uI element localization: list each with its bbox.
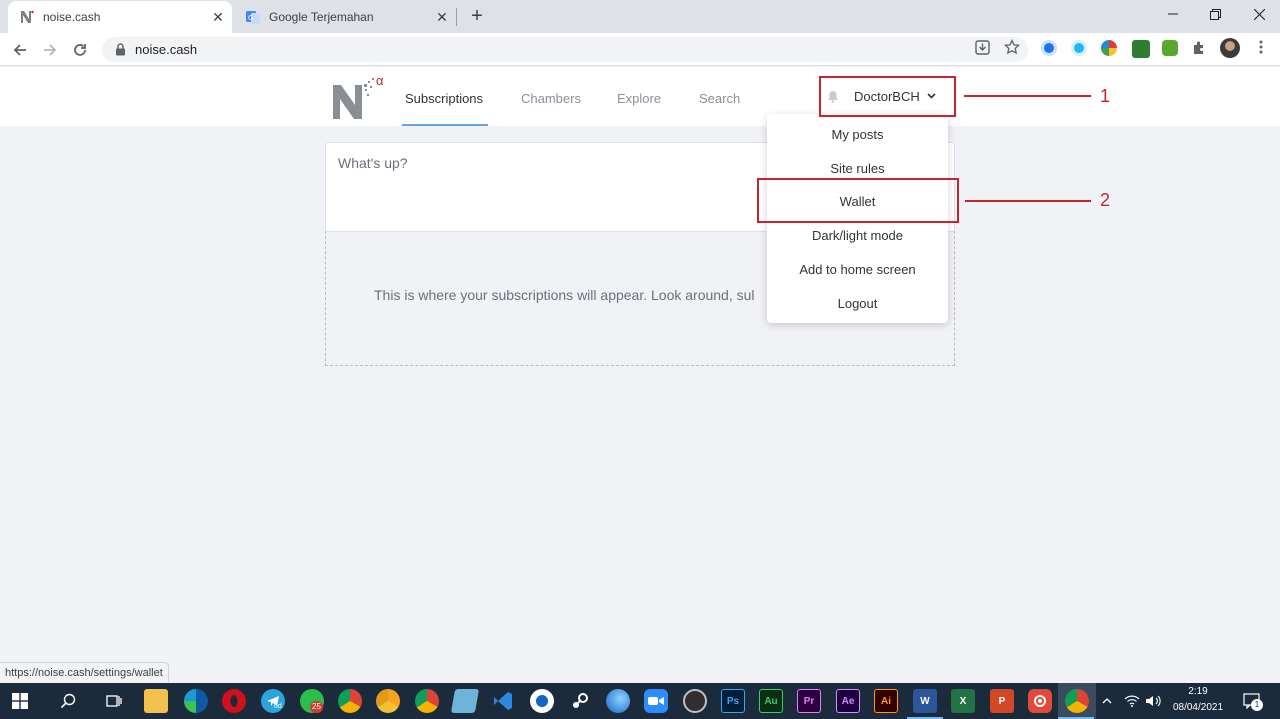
annotation-line-2 <box>965 200 1091 202</box>
alpha-badge: α <box>376 73 384 88</box>
notepad-icon[interactable] <box>450 689 480 713</box>
file-explorer-icon[interactable] <box>144 689 168 713</box>
chrome-active-icon[interactable] <box>1065 689 1089 713</box>
nav-explore[interactable]: Explore <box>617 91 661 106</box>
extension-green-cube-icon[interactable] <box>1162 40 1178 56</box>
svg-text:G: G <box>248 14 253 22</box>
screen-recorder-icon[interactable] <box>1028 689 1052 713</box>
browser-toolbar: noise.cash <box>0 33 1280 66</box>
menu-item-logout[interactable]: Logout <box>767 296 948 311</box>
edge-dev-icon[interactable] <box>606 689 630 713</box>
nav-subscriptions[interactable]: Subscriptions <box>405 91 483 106</box>
windows-start-icon[interactable] <box>8 689 32 713</box>
empty-state-message: This is where your subscriptions will ap… <box>374 287 755 303</box>
extension-sg-icon[interactable] <box>1132 40 1150 58</box>
premiere-icon[interactable]: Pr <box>797 689 821 713</box>
noise-cash-favicon-icon <box>19 9 35 25</box>
volume-icon[interactable] <box>1144 689 1162 713</box>
annotation-box-1 <box>819 76 956 117</box>
forward-button[interactable] <box>37 37 63 63</box>
address-bar[interactable]: noise.cash <box>102 37 1028 62</box>
menu-item-dark-light-mode[interactable]: Dark/light mode <box>767 228 948 243</box>
close-icon <box>1253 8 1265 20</box>
vscode-icon[interactable] <box>491 689 515 713</box>
menu-item-my-posts[interactable]: My posts <box>767 127 948 142</box>
restore-icon <box>1209 8 1221 20</box>
zoom-icon[interactable] <box>644 689 668 713</box>
extensions-puzzle-icon[interactable] <box>1190 38 1208 56</box>
restore-button[interactable] <box>1192 0 1238 28</box>
lock-icon <box>113 43 127 57</box>
task-view-icon[interactable] <box>102 689 126 713</box>
clock-time[interactable]: 2:19 <box>1166 686 1230 697</box>
forward-arrow-icon <box>44 44 57 56</box>
annotation-box-2 <box>757 178 959 223</box>
word-icon[interactable]: W <box>913 689 937 713</box>
close-tab-icon[interactable]: ✕ <box>434 9 450 25</box>
chrome-icon[interactable] <box>338 689 362 713</box>
chrome-canary-icon[interactable] <box>376 689 400 713</box>
notification-badge: 1 <box>1251 699 1263 711</box>
close-tab-icon[interactable]: ✕ <box>210 9 226 25</box>
obs-icon[interactable] <box>683 689 707 713</box>
illustrator-icon[interactable]: Ai <box>874 689 898 713</box>
tab-title: noise.cash <box>43 10 101 24</box>
extension-blue-dot-icon[interactable] <box>1071 40 1087 56</box>
bookmark-star-icon[interactable] <box>1003 38 1021 56</box>
minimize-icon <box>1168 13 1178 15</box>
annotation-number-2: 2 <box>1100 190 1111 210</box>
annotation-number-1: 1 <box>1100 86 1111 106</box>
back-arrow-icon <box>13 44 26 56</box>
tab-title: Google Terjemahan <box>269 10 374 24</box>
profile-avatar-icon[interactable] <box>1220 38 1240 58</box>
tab-separator <box>456 8 457 26</box>
link-status-bubble: https://noise.cash/settings/wallet <box>0 662 169 682</box>
windows-taskbar: od 25 Ps Au Pr Ae Ai W X P 2:19 08/04/20… <box>0 683 1280 719</box>
search-icon[interactable] <box>56 689 80 713</box>
url-text: noise.cash <box>135 42 198 57</box>
nav-chambers[interactable]: Chambers <box>521 91 581 106</box>
browser-tabstrip: noise.cash ✕ G Google Terjemahan ✕ + <box>0 0 1280 33</box>
new-tab-button[interactable]: + <box>466 5 488 27</box>
telegram-badge: od <box>274 703 282 710</box>
excel-icon[interactable]: X <box>951 689 975 713</box>
back-button[interactable] <box>7 37 33 63</box>
composer-placeholder: What's up? <box>338 155 408 171</box>
install-app-icon[interactable] <box>973 38 991 56</box>
clock-date[interactable]: 08/04/2021 <box>1166 702 1230 713</box>
opera-icon[interactable] <box>222 689 246 713</box>
minimize-button[interactable] <box>1150 0 1196 28</box>
reload-icon <box>74 44 86 56</box>
powerpoint-icon[interactable]: P <box>990 689 1014 713</box>
google-translate-favicon-icon: G <box>245 9 261 25</box>
edge-icon[interactable] <box>184 689 208 713</box>
audition-icon[interactable]: Au <box>759 689 783 713</box>
browser-menu-icon[interactable] <box>1252 38 1270 56</box>
whatsapp-badge: 25 <box>310 701 323 713</box>
menu-item-add-to-home-screen[interactable]: Add to home screen <box>767 262 948 277</box>
nav-search[interactable]: Search <box>699 91 740 106</box>
reload-button[interactable] <box>67 37 93 63</box>
tab-noise-cash[interactable]: noise.cash ✕ <box>8 1 232 33</box>
photoshop-icon[interactable]: Ps <box>721 689 745 713</box>
after-effects-icon[interactable]: Ae <box>836 689 860 713</box>
annotation-line-1 <box>964 95 1091 97</box>
wifi-icon[interactable] <box>1123 689 1141 713</box>
chrome-profile-icon[interactable] <box>415 689 439 713</box>
wps-icon[interactable] <box>530 689 554 713</box>
extension-color-wheel-icon[interactable] <box>1101 40 1117 56</box>
active-nav-underline <box>402 124 488 126</box>
tab-google-terjemahan[interactable]: G Google Terjemahan ✕ <box>234 1 456 33</box>
chevron-up-icon[interactable] <box>1098 689 1116 713</box>
close-window-button[interactable] <box>1236 0 1280 28</box>
menu-item-site-rules[interactable]: Site rules <box>767 161 948 176</box>
steam-icon[interactable] <box>568 689 592 713</box>
extension-a-icon[interactable] <box>1041 40 1057 56</box>
